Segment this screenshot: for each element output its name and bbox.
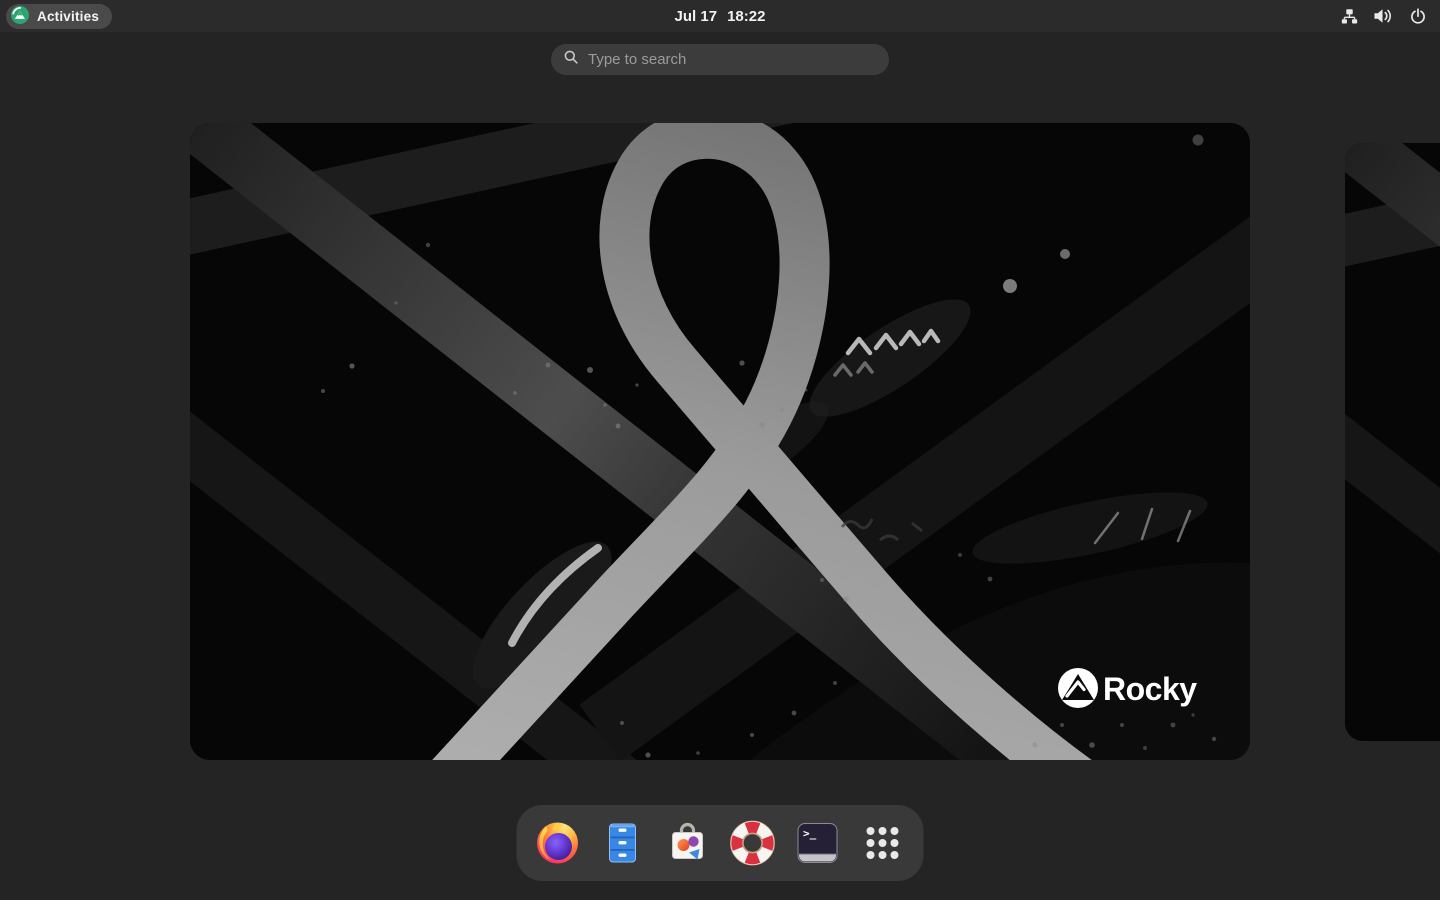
wallpaper-next xyxy=(1345,143,1440,741)
terminal-prompt-glyph: >_ xyxy=(803,827,817,840)
dock-software-button[interactable] xyxy=(664,819,712,867)
wallpaper-current xyxy=(190,123,1250,760)
dock-help-button[interactable] xyxy=(729,819,777,867)
system-status-area[interactable] xyxy=(1327,0,1440,32)
app-grid-icon xyxy=(859,819,907,867)
top-bar: Activities Jul 17 18:22 xyxy=(0,0,1440,32)
clock-date: Jul 17 xyxy=(675,8,718,25)
firefox-icon xyxy=(534,819,582,867)
clock-time: 18:22 xyxy=(727,8,765,25)
search-input[interactable] xyxy=(588,51,877,68)
volume-icon[interactable] xyxy=(1373,8,1395,24)
activities-button[interactable]: Activities xyxy=(6,4,112,29)
dock-terminal-button[interactable]: >_ xyxy=(794,819,842,867)
files-icon xyxy=(599,819,647,867)
workspace-preview-current[interactable] xyxy=(190,123,1250,760)
dock-files-button[interactable] xyxy=(599,819,647,867)
dock-firefox-button[interactable] xyxy=(534,819,582,867)
search-row xyxy=(0,44,1440,75)
activities-label: Activities xyxy=(37,9,99,24)
search-field[interactable] xyxy=(551,44,889,75)
power-icon[interactable] xyxy=(1410,8,1426,24)
search-icon xyxy=(563,49,579,70)
network-wired-icon[interactable] xyxy=(1341,8,1358,25)
help-lifesaver-icon xyxy=(729,819,777,867)
dock-app-grid-button[interactable] xyxy=(859,819,907,867)
software-store-icon xyxy=(664,819,712,867)
gnome-activities-overview: Activities Jul 17 18:22 xyxy=(0,0,1440,900)
workspace-preview-next[interactable] xyxy=(1345,143,1440,741)
dash-dock: >_ xyxy=(517,805,924,881)
clock[interactable]: Jul 17 18:22 xyxy=(675,8,766,25)
terminal-icon: >_ xyxy=(794,819,842,867)
rocky-distro-icon xyxy=(10,5,30,28)
